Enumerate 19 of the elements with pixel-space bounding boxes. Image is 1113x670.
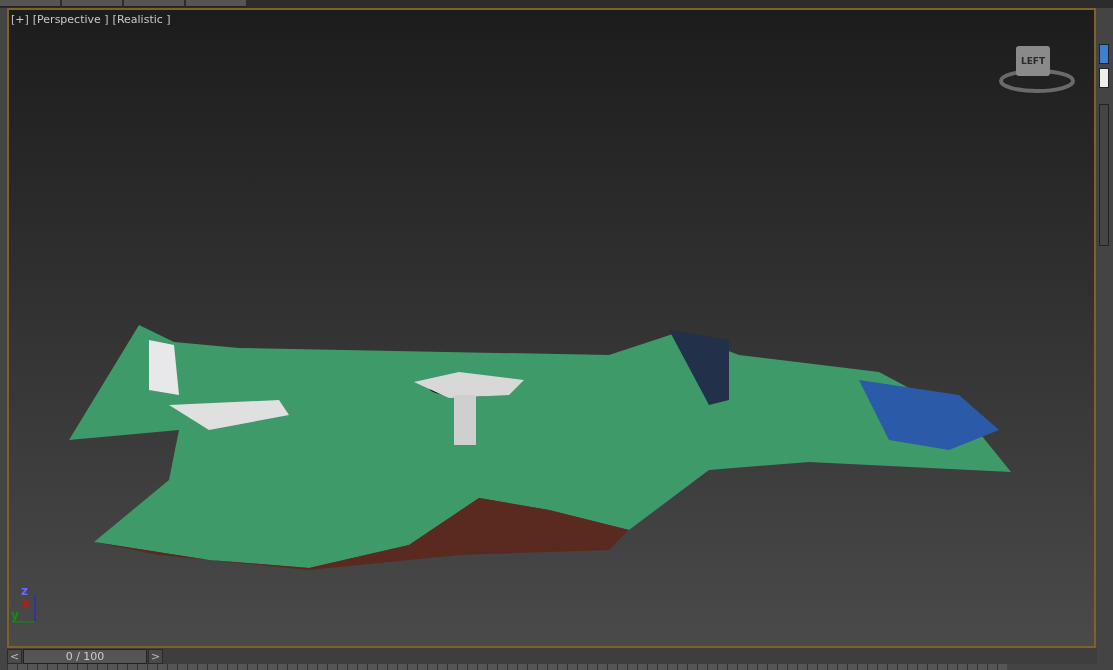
next-frame-button[interactable]: >: [148, 648, 163, 664]
viewport-label[interactable]: [Perspective ]: [32, 13, 109, 26]
axis-label: y: [11, 610, 19, 621]
color-swatch[interactable]: [1099, 44, 1109, 64]
axis-label: z: [21, 586, 28, 597]
time-slider-track[interactable]: < 0 / 100 >: [7, 648, 1097, 664]
color-swatch[interactable]: [1099, 68, 1109, 88]
previous-frame-button[interactable]: <: [7, 648, 22, 664]
toolbar-tab[interactable]: [0, 0, 60, 7]
view-cube[interactable]: LEFT: [1016, 46, 1050, 76]
axis-label: x: [22, 598, 30, 609]
viewport-label[interactable]: [Realistic ]: [112, 13, 171, 26]
viewport-label[interactable]: [+]: [11, 13, 29, 26]
time-slider-thumb[interactable]: 0 / 100: [23, 648, 147, 664]
toolbar-tab[interactable]: [186, 0, 246, 7]
viewport[interactable]: [+] [Perspective ] [Realistic ] LEFT z x y: [7, 8, 1096, 648]
timeline-ruler[interactable]: [7, 664, 1007, 670]
toolbar-tab[interactable]: [124, 0, 184, 7]
toolbar-tab[interactable]: [62, 0, 122, 7]
